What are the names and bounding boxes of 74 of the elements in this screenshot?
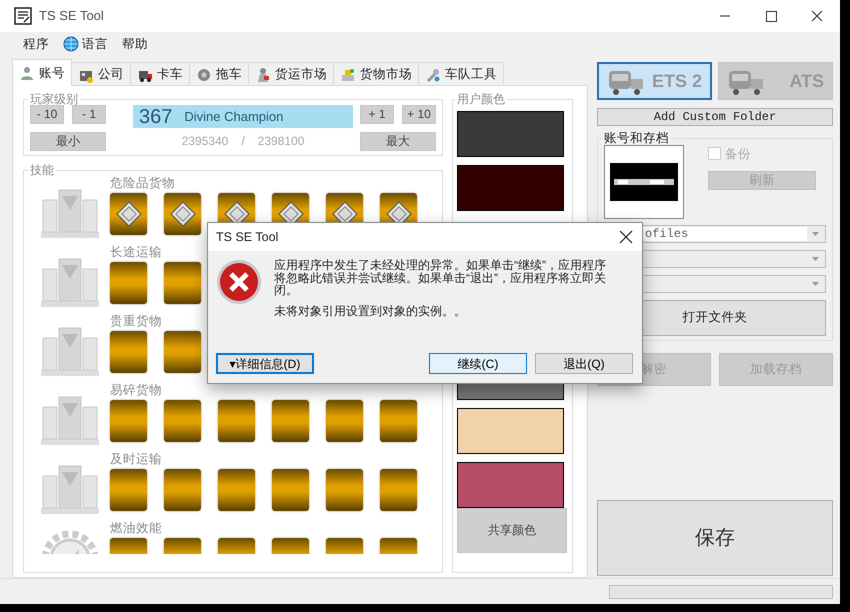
caret-icon: [812, 232, 819, 236]
skill-slot[interactable]: [164, 400, 201, 442]
dialog-button[interactable]: 退出(Q): [535, 353, 633, 374]
max-button[interactable]: 最大: [360, 132, 436, 151]
skill-slot[interactable]: [110, 469, 147, 511]
skill-slot[interactable]: [110, 400, 147, 442]
skill-slot[interactable]: [164, 331, 201, 373]
skill-label: 长途运输: [110, 245, 163, 261]
crate-icon: [340, 66, 356, 82]
dialog-button[interactable]: 继续(C): [429, 353, 527, 374]
skill-label: 贵重货物: [110, 314, 163, 330]
color-swatch[interactable]: [457, 408, 564, 454]
share-colors-button[interactable]: 共享颜色: [457, 508, 567, 553]
dialog-title: TS SE Tool: [216, 228, 278, 246]
decrease-button[interactable]: - 10: [30, 105, 64, 124]
color-swatch[interactable]: [457, 165, 564, 211]
skill-slot[interactable]: [272, 469, 309, 511]
group-title: 技能: [29, 164, 55, 176]
xp-separator: /: [241, 133, 245, 150]
menu-item[interactable]: 程序: [16, 34, 56, 54]
globe-icon: [63, 36, 79, 52]
skill-slot[interactable]: [164, 469, 201, 511]
caret-icon: [812, 282, 819, 286]
hazard-icon: [116, 201, 142, 227]
decrease-button[interactable]: - 1: [72, 105, 106, 124]
dialog-button[interactable]: ▾详细信息(D): [216, 353, 314, 374]
tab[interactable]: 车队工具: [418, 62, 504, 86]
skill-label: 危险品货物: [110, 176, 176, 192]
skill-slot[interactable]: [164, 262, 201, 304]
caret-icon: [812, 256, 819, 260]
error-message: 应用程序中发生了未经处理的异常。如果单击“继续”，应用程序将忽略此错误并尝试继续。如果单击“退出”，应用程序将立即关闭。: [274, 259, 606, 296]
rank-title: Divine Champion: [184, 108, 284, 126]
window-title: TS SE Tool: [39, 7, 104, 26]
group-title: 账号和存档: [603, 132, 670, 144]
min-button[interactable]: 最小: [30, 132, 106, 151]
wrench-icon: [425, 66, 441, 82]
skill-slot[interactable]: [326, 400, 363, 442]
level-number: 367: [139, 104, 172, 130]
skill-slot[interactable]: [380, 469, 417, 511]
skill-slot[interactable]: [218, 400, 255, 442]
increase-button[interactable]: + 10: [402, 105, 436, 124]
hazard-icon: [170, 201, 196, 227]
error-detail: 未将对象引用设置到对象的实例。。: [274, 304, 467, 317]
skill-slot[interactable]: [110, 331, 147, 373]
error-icon: [216, 259, 262, 305]
add-folder-button[interactable]: Add Custom Folder: [597, 108, 833, 126]
person-icon: [19, 65, 35, 81]
color-swatch[interactable]: [457, 462, 564, 508]
tab[interactable]: 账号: [12, 59, 72, 86]
wheel-icon: [196, 66, 212, 82]
increase-button[interactable]: + 1: [360, 105, 394, 124]
skill-label: 燃油效能: [110, 521, 163, 537]
skill-label: 易碎货物: [110, 383, 163, 399]
skill-slot[interactable]: [272, 400, 309, 442]
xp-value: 2395340: [182, 133, 228, 150]
save-button[interactable]: 保存: [597, 500, 833, 576]
skill-slot[interactable]: [218, 469, 255, 511]
menu-item[interactable]: 语言: [56, 34, 115, 54]
checkbox-label: 备份: [725, 146, 751, 162]
tab[interactable]: 公司: [71, 62, 131, 86]
skill-slot[interactable]: [110, 193, 147, 235]
skill-slot[interactable]: [164, 193, 201, 235]
skill-slot[interactable]: [110, 262, 147, 304]
worker-icon: [255, 66, 271, 82]
color-swatch[interactable]: [457, 111, 564, 157]
group-title: 玩家级别: [29, 93, 79, 105]
close-icon[interactable]: [618, 229, 634, 245]
skill-slot[interactable]: [380, 400, 417, 442]
skill-label: 及时运输: [110, 452, 163, 468]
menu-item[interactable]: 帮助: [115, 34, 155, 54]
app-icon: [14, 7, 32, 25]
skill-slot[interactable]: [326, 469, 363, 511]
xp-max: 2398100: [258, 133, 304, 150]
group-title: 用户颜色: [456, 93, 506, 105]
